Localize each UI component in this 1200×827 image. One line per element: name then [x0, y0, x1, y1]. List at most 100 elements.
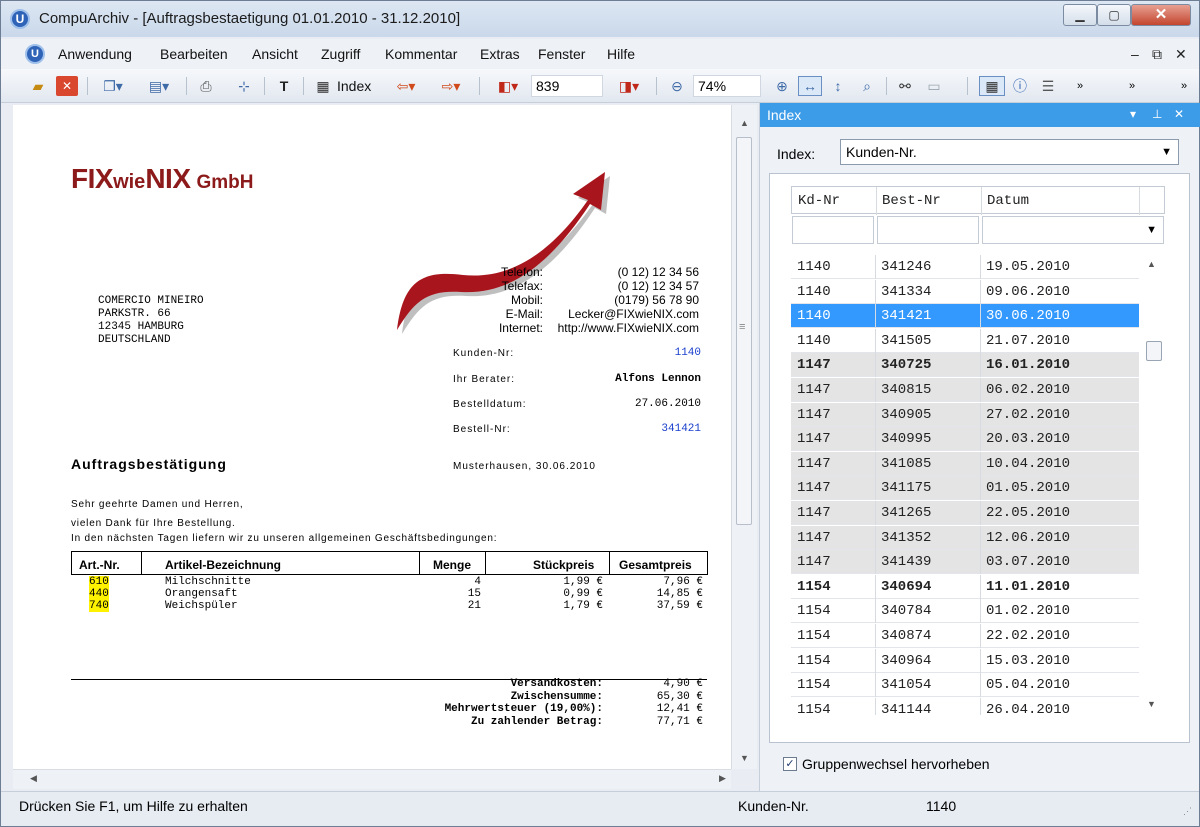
close-button[interactable]: ✕	[1131, 4, 1191, 26]
index-select[interactable]: Kunden-Nr. ▼	[840, 139, 1179, 165]
table-row[interactable]: 1147 340905 27.02.2010	[791, 402, 1139, 427]
grid-scroll-thumb[interactable]	[1146, 341, 1162, 361]
document-horizontal-scrollbar[interactable]	[13, 769, 731, 789]
table-row[interactable]: 1140 341421 30.06.2010	[791, 304, 1139, 329]
grid-scroll-up-icon[interactable]: ▲	[1147, 259, 1156, 269]
app-logo-icon[interactable]: U	[10, 9, 30, 29]
scroll-left-arrow-icon[interactable]: ◀	[30, 773, 37, 784]
back-arrow-icon[interactable]: ⇦▾	[387, 76, 425, 96]
resize-grip-icon[interactable]: ⋰	[1183, 806, 1192, 817]
recipient-address: COMERCIO MINEIRO PARKSTR. 66 12345 HAMBURG…	[98, 295, 204, 346]
info-icon[interactable]: ⓘ	[1009, 76, 1031, 96]
previous-page-icon[interactable]: ◧▾	[490, 76, 526, 96]
table-row[interactable]: 1154 341054 05.04.2010	[791, 673, 1139, 698]
print-icon[interactable]: ⎙	[195, 76, 217, 96]
splitter-grip-icon[interactable]: ≡	[739, 321, 745, 333]
group-change-checkbox[interactable]: ✓	[783, 757, 797, 771]
table-row[interactable]: 1147 341085 10.04.2010	[791, 451, 1139, 476]
table-row[interactable]: 1154 340874 22.02.2010	[791, 624, 1139, 648]
copy-icon[interactable]: ❐▾	[96, 76, 130, 96]
menu-extras[interactable]: Extras	[480, 46, 520, 62]
col-header-art: Art.-Nr.	[79, 558, 120, 572]
col-header-best-nr[interactable]: Best-Nr	[882, 193, 941, 209]
page-number-field[interactable]: 839	[531, 75, 603, 97]
cell-kd-nr: 1147	[797, 357, 831, 374]
table-row[interactable]: 1154 340694 11.01.2010	[791, 574, 1139, 599]
zoom-search-icon[interactable]: ⌕	[856, 76, 878, 96]
panel-close-icon[interactable]: ✕	[1174, 107, 1184, 121]
scroll-right-arrow-icon[interactable]: ▶	[719, 773, 726, 784]
forward-arrow-icon[interactable]: ⇨▾	[432, 76, 470, 96]
scroll-down-arrow-icon[interactable]: ▼	[740, 753, 749, 763]
table-row[interactable]: 1147 341352 12.06.2010	[791, 525, 1139, 550]
index-icon[interactable]: ▦	[312, 76, 334, 96]
zoom-out-icon[interactable]: ⊖	[666, 76, 688, 96]
table-row[interactable]: 1147 341175 01.05.2010	[791, 476, 1139, 501]
zoom-field[interactable]: 74%	[693, 75, 761, 97]
open-folder-icon[interactable]: ▰	[27, 76, 49, 96]
cell-datum: 11.01.2010	[986, 578, 1071, 595]
filter-kd-nr-input[interactable]	[792, 216, 874, 244]
toolbar-overflow-icon[interactable]: »	[1073, 76, 1087, 96]
filter-best-nr-input[interactable]	[877, 216, 979, 244]
fit-width-icon[interactable]: ↔	[798, 76, 822, 96]
index-button-label[interactable]: Index	[337, 78, 371, 94]
table-row[interactable]: 1140 341505 21.07.2010	[791, 328, 1139, 353]
mdi-close-icon[interactable]: ✕	[1175, 46, 1187, 63]
menu-hilfe[interactable]: Hilfe	[607, 46, 635, 62]
menu-kommentar[interactable]: Kommentar	[385, 46, 457, 62]
text-tool-icon[interactable]: T	[273, 76, 295, 96]
mdi-minimize-icon[interactable]: –	[1131, 46, 1139, 62]
zoom-in-icon[interactable]: ⊕	[771, 76, 793, 96]
table-row[interactable]: 1140 341246 19.05.2010	[791, 255, 1139, 279]
table-row[interactable]: 1154 340784 01.02.2010	[791, 599, 1139, 624]
table-row[interactable]: 1154 340964 15.03.2010	[791, 648, 1139, 673]
menu-bearbeiten[interactable]: Bearbeiten	[160, 46, 228, 62]
table-row[interactable]: 1140 341334 09.06.2010	[791, 279, 1139, 304]
properties-icon[interactable]: ☰	[1037, 76, 1059, 96]
col-header-datum[interactable]: Datum	[987, 193, 1029, 209]
select-area-icon[interactable]: ⊹	[233, 76, 255, 96]
chevron-down-icon: ▼	[1146, 224, 1157, 236]
minimize-button[interactable]: ▁	[1063, 4, 1097, 26]
filter-datum-input[interactable]: ▼	[982, 216, 1164, 244]
mdi-restore-icon[interactable]: ⧉	[1152, 46, 1162, 63]
fit-height-icon[interactable]: ↕	[827, 76, 849, 96]
title-bar[interactable]: U CompuArchiv - [Auftragsbestaetigung 01…	[1, 1, 1199, 37]
export-icon[interactable]: ▤▾	[141, 76, 177, 96]
table-row[interactable]: 1147 340815 06.02.2010	[791, 378, 1139, 402]
panel-dropdown-icon[interactable]: ▾	[1130, 107, 1136, 121]
table-border	[707, 551, 708, 575]
col-header-kd-nr[interactable]: Kd-Nr	[798, 193, 840, 209]
thanks-line: vielen Dank für Ihre Bestellung.	[71, 518, 236, 529]
app-menu-icon[interactable]: U	[25, 44, 45, 64]
menu-bar: U Anwendung Bearbeiten Ansicht Zugriff K…	[1, 39, 1199, 69]
table-row[interactable]: 1147 341439 03.07.2010	[791, 550, 1139, 575]
group-change-checkbox-row[interactable]: ✓ Gruppenwechsel hervorheben	[783, 756, 990, 772]
document-viewer[interactable]: FIXwieNIX GmbH COMERCIO MINEIRO PARKSTR. 6…	[13, 105, 731, 769]
toolbar-separator	[264, 77, 265, 95]
menu-fenster[interactable]: Fenster	[538, 46, 585, 62]
panel-pin-icon[interactable]: ⊥	[1152, 107, 1162, 121]
menu-anwendung[interactable]: Anwendung	[58, 46, 132, 62]
table-row[interactable]: 1147 340995 20.03.2010	[791, 427, 1139, 452]
binoculars-icon[interactable]: ⚯	[894, 76, 916, 96]
scroll-up-arrow-icon[interactable]: ▲	[740, 118, 749, 128]
grid-vertical-scrollbar[interactable]: ▲ ▼	[1142, 255, 1162, 715]
comment-icon[interactable]: ▭	[921, 76, 947, 96]
table-row[interactable]: 1154 341144 26.04.2010	[791, 697, 1139, 715]
group-change-label[interactable]: Gruppenwechsel hervorheben	[802, 756, 990, 772]
index-panel-header[interactable]: Index ▾ ⊥ ✕	[760, 103, 1200, 127]
menu-zugriff[interactable]: Zugriff	[321, 46, 360, 62]
customer-number-label: Kunden-Nr:	[453, 348, 515, 359]
index-panel-toggle-icon[interactable]: ▦	[979, 76, 1005, 96]
grid-scroll-down-icon[interactable]: ▼	[1147, 699, 1156, 709]
next-page-icon[interactable]: ◨▾	[611, 76, 647, 96]
table-row[interactable]: 1147 341265 22.05.2010	[791, 501, 1139, 525]
menu-ansicht[interactable]: Ansicht	[252, 46, 298, 62]
toolbar-overflow-icon[interactable]: »	[1177, 76, 1191, 96]
maximize-button[interactable]: ▢	[1097, 4, 1131, 26]
toolbar-overflow-icon[interactable]: »	[1125, 76, 1139, 96]
close-document-icon[interactable]: ✕	[56, 76, 78, 96]
table-row[interactable]: 1147 340725 16.01.2010	[791, 353, 1139, 378]
